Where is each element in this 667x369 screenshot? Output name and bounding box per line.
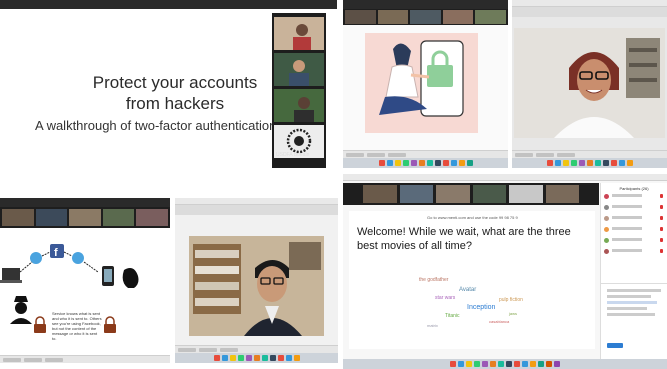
cloud-icon bbox=[72, 252, 84, 264]
poll-window: Go to www.menti.com and use the code 99 … bbox=[343, 174, 667, 369]
svg-text:the godfather: the godfather bbox=[419, 277, 449, 283]
svg-text:Inception: Inception bbox=[467, 304, 496, 311]
dock bbox=[343, 359, 667, 369]
window-titlebar bbox=[0, 0, 337, 9]
diagram-caption: Service knows what is sent and who it is… bbox=[52, 311, 102, 341]
svg-text:jaws: jaws bbox=[508, 311, 517, 316]
video-thumb[interactable] bbox=[345, 10, 376, 24]
menu-bar bbox=[512, 0, 667, 7]
window-titlebar bbox=[343, 0, 508, 9]
presenter-video[interactable] bbox=[189, 236, 324, 336]
dock bbox=[343, 158, 508, 168]
participant-list bbox=[601, 191, 667, 257]
participant-row[interactable] bbox=[601, 202, 667, 213]
dock bbox=[175, 353, 338, 363]
video-strip: USDFA Boealn bbox=[272, 13, 326, 168]
video-tile[interactable] bbox=[274, 53, 324, 86]
menu-bar bbox=[175, 198, 338, 205]
spy-icon bbox=[10, 296, 32, 324]
screenshot-collage: Protect your accounts from hackers A wal… bbox=[0, 0, 667, 369]
video-thumbnails bbox=[343, 183, 599, 205]
video-thumb[interactable] bbox=[475, 10, 506, 24]
participants-title: Participants (26) bbox=[619, 186, 649, 191]
video-thumb[interactable] bbox=[436, 185, 470, 203]
video-thumb[interactable] bbox=[410, 10, 441, 24]
browser-tabs bbox=[175, 205, 338, 215]
dock bbox=[512, 158, 667, 168]
browser-tabs bbox=[512, 7, 667, 17]
phone-icon bbox=[102, 266, 114, 286]
menu-bar bbox=[343, 174, 667, 181]
presenter-window bbox=[175, 198, 338, 363]
video-thumb[interactable] bbox=[102, 209, 135, 226]
video-tile[interactable] bbox=[274, 17, 324, 50]
video-thumb[interactable] bbox=[69, 209, 101, 226]
participants-panel: Participants (26) bbox=[600, 183, 667, 359]
encryption-diagram-window: f Service knows what is sent and who it … bbox=[0, 198, 170, 363]
participant-row[interactable] bbox=[601, 246, 667, 257]
video-thumb[interactable] bbox=[363, 185, 397, 203]
illustration-window bbox=[343, 0, 508, 168]
participant-row[interactable] bbox=[601, 191, 667, 202]
video-thumb[interactable] bbox=[509, 185, 543, 203]
video-thumbnails bbox=[343, 9, 508, 25]
svg-text:casablanca: casablanca bbox=[489, 319, 510, 324]
video-thumb[interactable] bbox=[136, 209, 168, 226]
security-illustration bbox=[365, 33, 478, 133]
video-thumb[interactable] bbox=[442, 10, 474, 24]
svg-text:f: f bbox=[54, 247, 58, 259]
svg-text:star wars: star wars bbox=[435, 295, 456, 301]
poll-slide: Go to www.menti.com and use the code 99 … bbox=[349, 211, 595, 349]
padlock-icon bbox=[104, 316, 116, 333]
svg-text:Avatar: Avatar bbox=[459, 287, 476, 293]
person-silhouette bbox=[122, 268, 139, 288]
video-thumbnails bbox=[0, 207, 170, 228]
video-thumb[interactable] bbox=[377, 10, 409, 24]
participant-row[interactable] bbox=[601, 213, 667, 224]
send-button[interactable] bbox=[607, 343, 623, 348]
speaker-window bbox=[512, 0, 667, 168]
word-cloud: the godfather Avatar star wars Inception… bbox=[419, 277, 523, 328]
svg-text:pulp fiction: pulp fiction bbox=[499, 297, 523, 303]
video-thumb[interactable] bbox=[399, 185, 433, 203]
video-thumb[interactable] bbox=[2, 209, 34, 226]
message-flow-diagram: f Service knows what is sent and who it … bbox=[0, 232, 160, 347]
participant-name: USDFA Boealn bbox=[276, 152, 310, 158]
video-tile[interactable] bbox=[274, 89, 324, 122]
slide-title: Protect your accounts from hackers bbox=[92, 73, 258, 113]
svg-text:Titanic: Titanic bbox=[445, 313, 460, 319]
video-thumb[interactable] bbox=[472, 185, 506, 203]
svg-text:matrix: matrix bbox=[427, 323, 438, 328]
video-thumb[interactable] bbox=[545, 185, 579, 203]
participant-row[interactable] bbox=[601, 235, 667, 246]
laptop-icon bbox=[0, 268, 22, 283]
slide-subtitle: A walkthrough of two-factor authenticati… bbox=[35, 118, 277, 133]
participant-row[interactable] bbox=[601, 224, 667, 235]
speaker-video[interactable] bbox=[514, 28, 665, 138]
video-thumb[interactable] bbox=[35, 209, 68, 226]
slide-share-window: Protect your accounts from hackers A wal… bbox=[0, 0, 337, 193]
window-titlebar bbox=[0, 198, 170, 207]
padlock-icon bbox=[34, 316, 46, 333]
